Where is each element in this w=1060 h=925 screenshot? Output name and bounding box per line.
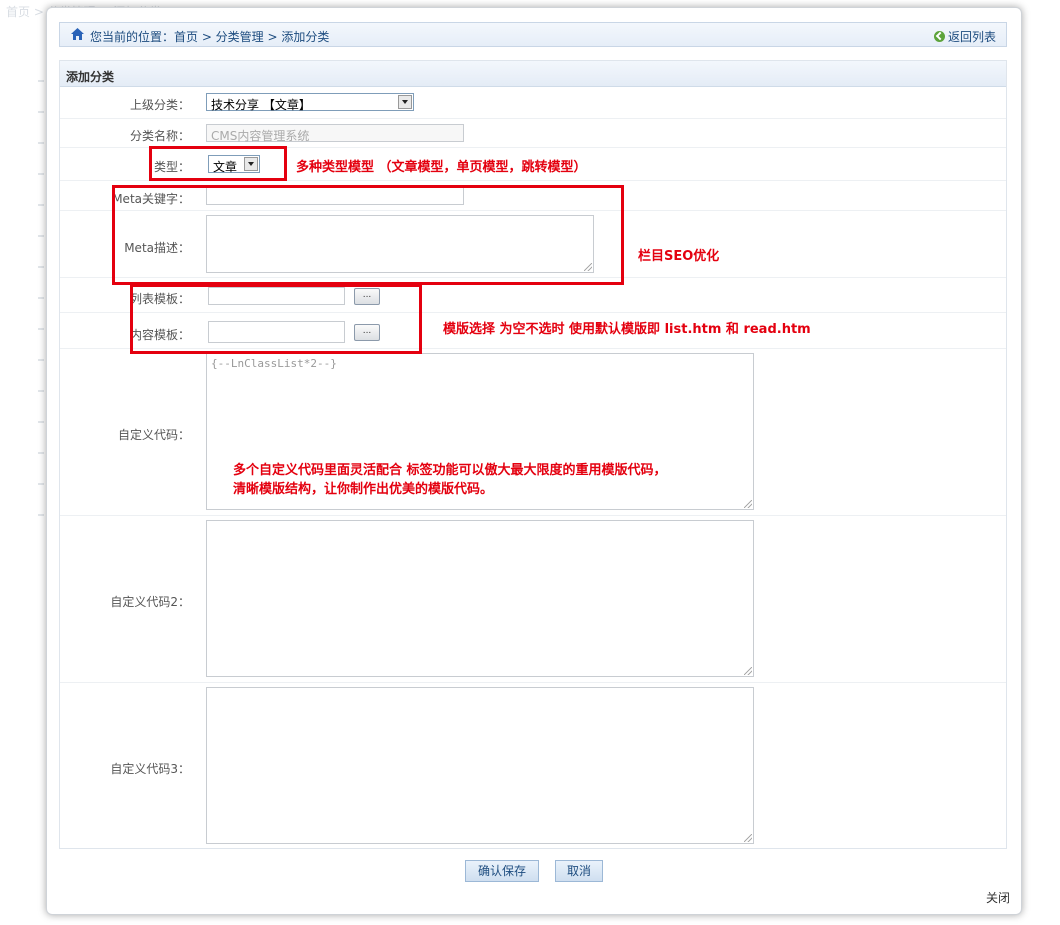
close-button[interactable]: 关闭 xyxy=(986,889,1010,906)
custom-code-3-row: 自定义代码3： xyxy=(60,683,1006,848)
parent-category-value: 技术分享 【文章】 xyxy=(211,98,311,112)
custom-code-annotation-line1: 多个自定义代码里面灵活配合 标签功能可以傲大最大限度的重用模版代码， xyxy=(233,463,667,478)
type-highlight-box xyxy=(149,146,287,181)
home-icon xyxy=(71,28,84,40)
seo-annotation: 栏目SEO优化 xyxy=(638,249,720,264)
back-to-list-link[interactable]: 返回列表 xyxy=(933,28,996,45)
custom-code-2-textarea[interactable] xyxy=(206,520,754,677)
type-annotation: 多种类型模型 （文章模型，单页模型，跳转模型） xyxy=(296,160,587,175)
custom-code-value: {--LnClassList*2--} xyxy=(211,357,337,370)
custom-code-2-label: 自定义代码2： xyxy=(110,595,190,609)
custom-code-2-row: 自定义代码2： xyxy=(60,516,1006,683)
back-to-list-label: 返回列表 xyxy=(947,30,996,44)
category-name-label: 分类名称： xyxy=(129,129,190,143)
parent-category-select[interactable]: 技术分享 【文章】 xyxy=(206,93,414,112)
parent-category-row: 上级分类： 技术分享 【文章】 xyxy=(60,87,1006,119)
breadcrumb: 您当前的位置：首页 > 分类管理 > 添加分类 xyxy=(90,30,330,44)
custom-code-label: 自定义代码： xyxy=(117,428,190,442)
save-button[interactable]: 确认保存 xyxy=(465,860,539,882)
parent-category-label: 上级分类： xyxy=(129,98,190,112)
breadcrumb-bar: 您当前的位置：首页 > 分类管理 > 添加分类 返回列表 xyxy=(59,22,1007,47)
category-name-row: 分类名称： CMS内容管理系统 xyxy=(60,119,1006,148)
custom-code-annotation-line2: 清晰模版结构，让你制作出优美的模版代码。 xyxy=(233,482,494,497)
template-annotation: 模版选择 为空不选时 使用默认模版即 list.htm 和 read.htm xyxy=(443,322,811,337)
template-highlight-box xyxy=(130,284,422,354)
custom-code-3-label: 自定义代码3： xyxy=(110,762,190,776)
resize-handle-icon[interactable] xyxy=(744,667,752,675)
cancel-button[interactable]: 取消 xyxy=(555,860,603,882)
back-arrow-icon xyxy=(933,31,945,42)
resize-handle-icon[interactable] xyxy=(744,500,752,508)
form-title: 添加分类 xyxy=(60,61,1006,87)
custom-code-3-textarea[interactable] xyxy=(206,687,754,844)
resize-handle-icon[interactable] xyxy=(744,834,752,842)
background-list-marks xyxy=(38,80,46,545)
chevron-down-icon xyxy=(398,95,412,109)
custom-code-row: 自定义代码： {--LnClassList*2--} xyxy=(60,349,1006,516)
category-name-input[interactable]: CMS内容管理系统 xyxy=(206,124,464,143)
seo-highlight-box xyxy=(112,185,624,285)
